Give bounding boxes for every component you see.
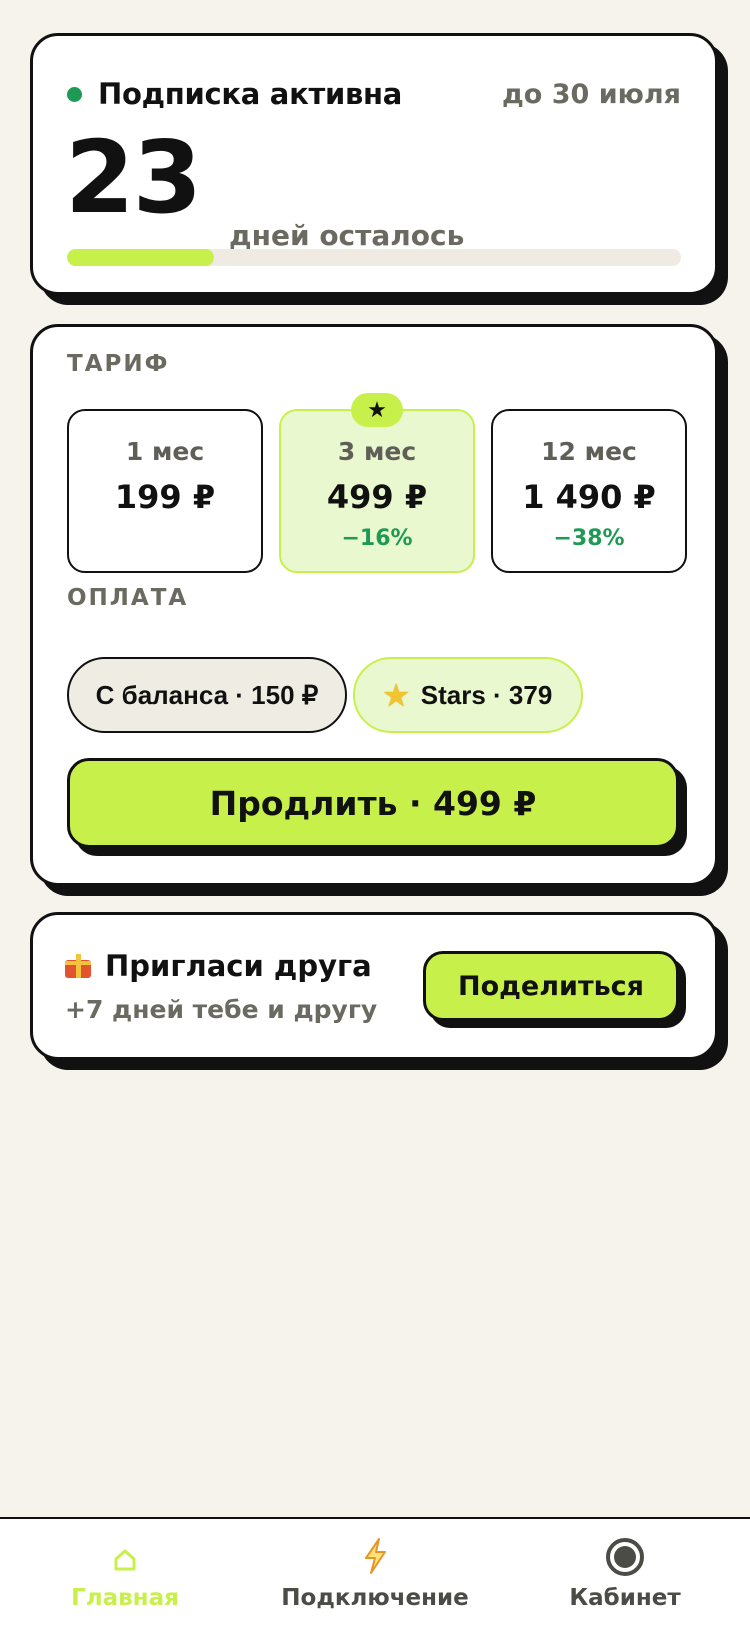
subscription-status-label: Подписка активна: [98, 77, 403, 111]
nav-item-home[interactable]: Главная: [0, 1519, 250, 1626]
invite-title-row: Пригласи друга: [65, 949, 372, 983]
share-button[interactable]: Поделиться: [423, 951, 679, 1021]
bottom-nav: Главная Подключение Кабинет: [0, 1517, 750, 1626]
tariff-options: 1 мес 199 ₽ ★ 3 мес 499 ₽ −16% 12 мес 1 …: [67, 393, 687, 577]
gift-icon: [65, 954, 91, 978]
plan-discount: −38%: [553, 526, 625, 551]
pay-with-stars-button[interactable]: ★ Stars · 379: [353, 657, 583, 733]
invite-card: Пригласи друга +7 дней тебе и другу Поде…: [30, 912, 718, 1060]
subscription-progress-bar: [67, 249, 681, 266]
nav-label-account: Кабинет: [569, 1585, 681, 1611]
renew-button[interactable]: Продлить · 499 ₽: [67, 758, 679, 848]
subscription-card: Подписка активна до 30 июля 23 дней оста…: [30, 33, 718, 295]
plan-option-1-month[interactable]: 1 мес 199 ₽: [67, 409, 263, 573]
star-icon: ★: [383, 679, 409, 711]
days-left-label: дней осталось: [229, 219, 465, 252]
days-left-count: 23: [65, 119, 202, 236]
nav-item-connection[interactable]: Подключение: [250, 1519, 500, 1626]
nav-item-account[interactable]: Кабинет: [500, 1519, 750, 1626]
nav-label-home: Главная: [71, 1585, 179, 1611]
profile-icon: [606, 1538, 644, 1576]
invite-subtitle: +7 дней тебе и другу: [65, 995, 378, 1024]
plan-discount: −16%: [341, 526, 413, 551]
subscription-until-date: до 30 июля: [501, 78, 681, 110]
tariff-card: ТАРИФ 1 мес 199 ₽ ★ 3 мес 499 ₽ −16% 12 …: [30, 324, 718, 886]
plan-price: 1 490 ₽: [522, 478, 656, 516]
tariff-section-label: ТАРИФ: [67, 351, 170, 377]
nav-label-connection: Подключение: [281, 1585, 469, 1611]
pay-balance-label: С баланса · 150 ₽: [95, 679, 319, 710]
pay-stars-label: Stars · 379: [420, 679, 553, 710]
payment-section-label: ОПЛАТА: [67, 585, 189, 611]
plan-option-12-months[interactable]: 12 мес 1 490 ₽ −38%: [491, 409, 687, 573]
active-status-dot-icon: [67, 86, 82, 102]
invite-title: Пригласи друга: [105, 949, 372, 983]
popular-star-badge-icon: ★: [351, 393, 403, 427]
plan-price: 499 ₽: [326, 478, 428, 516]
subscription-progress-fill: [67, 249, 215, 266]
plan-price: 199 ₽: [114, 478, 216, 516]
plan-duration: 12 мес: [541, 437, 637, 466]
plan-option-3-months[interactable]: ★ 3 мес 499 ₽ −16%: [279, 393, 475, 573]
home-icon: [114, 1549, 136, 1571]
plan-duration: 1 мес: [125, 437, 205, 466]
subscription-status-row: Подписка активна до 30 июля: [67, 72, 681, 116]
pay-from-balance-button[interactable]: С баланса · 150 ₽: [67, 657, 347, 733]
plan-duration: 3 мес: [337, 437, 417, 466]
lightning-icon: [365, 1538, 386, 1574]
